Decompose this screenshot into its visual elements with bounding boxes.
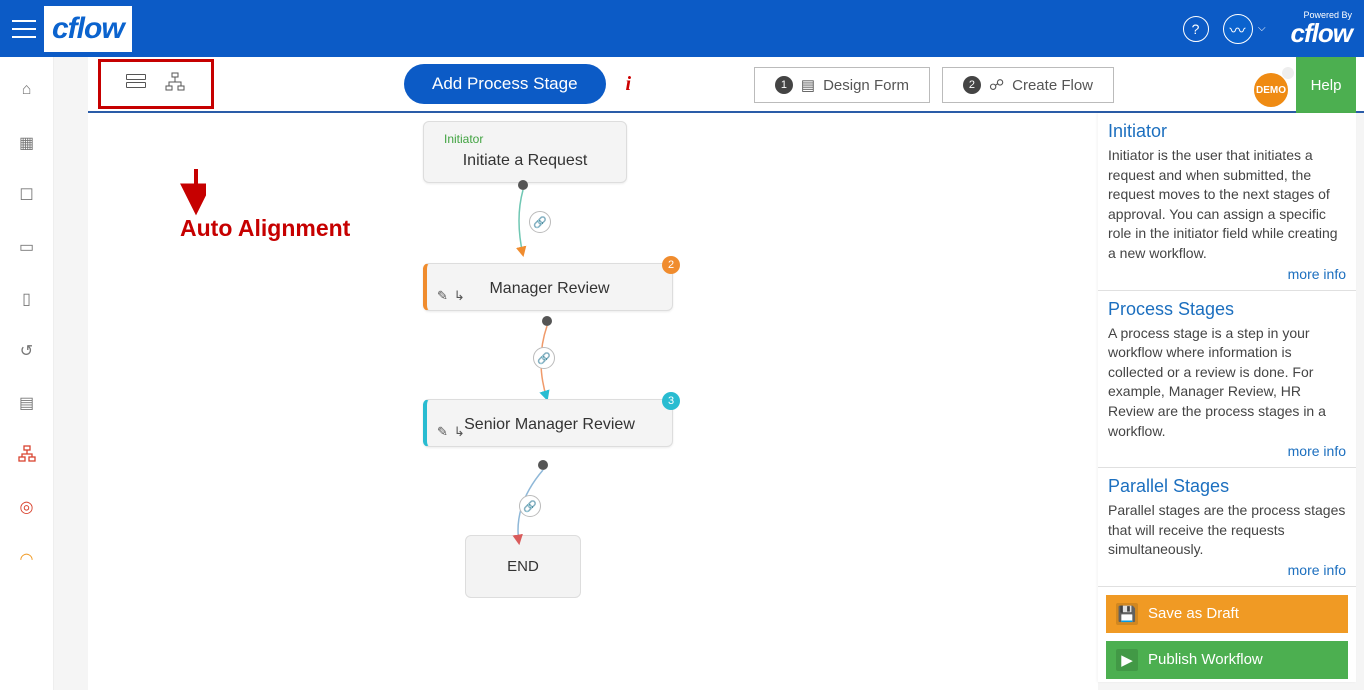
stage-number-badge: 3 — [662, 392, 680, 410]
step-1-badge: 1 — [775, 76, 793, 94]
flow-canvas[interactable]: Auto Alignment Initiator Initiate a Requ… — [88, 113, 1098, 690]
align-vertical-icon[interactable] — [126, 74, 146, 94]
chart-icon[interactable]: ▤ — [18, 393, 36, 411]
annotation-arrow-icon — [166, 169, 206, 219]
publish-icon: ▶ — [1116, 649, 1138, 671]
help-section-parallel-stages: Parallel Stages Parallel stages are the … — [1098, 468, 1356, 587]
card-icon[interactable]: ▭ — [18, 237, 36, 255]
add-process-stage-button[interactable]: Add Process Stage — [404, 64, 606, 104]
topbar: cflow ? 〰 Powered By cflow — [0, 0, 1364, 57]
align-tree-icon[interactable] — [164, 71, 186, 98]
annotation-label: Auto Alignment — [180, 215, 350, 242]
target-icon[interactable]: ◎ — [18, 497, 36, 515]
help-body: Parallel stages are the process stages t… — [1108, 501, 1346, 560]
button-label: Save as Draft — [1148, 605, 1239, 622]
help-title: Process Stages — [1108, 299, 1346, 320]
stage-title: Manager Review — [447, 274, 652, 300]
tab-create-flow[interactable]: 2 ☍ Create Flow — [942, 67, 1114, 103]
tab-label: Create Flow — [1012, 77, 1093, 94]
history-icon[interactable]: ↺ — [18, 341, 36, 359]
button-label: Publish Workflow — [1148, 651, 1263, 668]
help-icon[interactable]: ? — [1183, 16, 1209, 42]
tab-label: Design Form — [823, 77, 909, 94]
link-icon[interactable]: 🔗 — [529, 211, 551, 233]
more-info-link[interactable]: more info — [1108, 443, 1346, 459]
headphones-icon[interactable]: ◠ — [18, 549, 36, 567]
help-section-initiator: Initiator Initiator is the user that ini… — [1098, 113, 1356, 291]
powered-by-logo: Powered By cflow — [1291, 11, 1352, 46]
help-section-process-stages: Process Stages A process stage is a step… — [1098, 291, 1356, 469]
calendar-icon[interactable]: ☐ — [18, 185, 36, 203]
link-icon[interactable]: 🔗 — [533, 347, 555, 369]
help-body: Initiator is the user that initiates a r… — [1108, 146, 1346, 264]
branch-icon[interactable]: ↳ — [454, 288, 465, 304]
left-nav-rail: ⌂ ▦ ☐ ▭ ▯ ↺ ▤ ◎ ◠ — [0, 57, 54, 690]
grid-icon[interactable]: ▦ — [18, 133, 36, 151]
help-title: Initiator — [1108, 121, 1346, 142]
auto-align-group — [98, 59, 214, 109]
brand-logo[interactable]: cflow — [44, 6, 132, 52]
edit-icon[interactable]: ✎ — [437, 288, 448, 304]
form-icon: ▤ — [801, 76, 815, 94]
more-info-link[interactable]: more info — [1108, 266, 1346, 282]
canvas-toolbar: Add Process Stage i 1 ▤ Design Form 2 ☍ … — [88, 57, 1364, 113]
info-icon[interactable]: i — [626, 73, 632, 96]
menu-icon[interactable] — [12, 17, 36, 41]
demo-badge[interactable]: DEMO — [1254, 73, 1288, 107]
save-draft-button[interactable]: 💾 Save as Draft — [1106, 595, 1348, 633]
tab-design-form[interactable]: 1 ▤ Design Form — [754, 67, 930, 103]
workflow-icon[interactable] — [18, 445, 36, 463]
stage-senior-manager-review[interactable]: 3 Senior Manager Review ✎ ↳ — [423, 399, 673, 447]
chat-icon[interactable]: 〰 — [1223, 14, 1253, 44]
help-body: A process stage is a step in your workfl… — [1108, 324, 1346, 442]
step-2-badge: 2 — [963, 76, 981, 94]
stage-initiator[interactable]: Initiator Initiate a Request — [423, 121, 627, 183]
help-panel: Initiator Initiator is the user that ini… — [1098, 113, 1356, 682]
book-icon[interactable]: ▯ — [18, 289, 36, 307]
initiator-tag: Initiator — [444, 132, 606, 146]
more-info-link[interactable]: more info — [1108, 562, 1346, 578]
help-button[interactable]: Help — [1296, 57, 1356, 113]
brand-text: cflow — [1291, 20, 1352, 46]
home-icon[interactable]: ⌂ — [18, 81, 36, 99]
edit-icon[interactable]: ✎ — [437, 424, 448, 440]
branch-icon[interactable]: ↳ — [454, 424, 465, 440]
stage-title: Initiate a Request — [444, 146, 606, 172]
link-icon[interactable]: 🔗 — [519, 495, 541, 517]
help-title: Parallel Stages — [1108, 476, 1346, 497]
stage-manager-review[interactable]: 2 Manager Review ✎ ↳ — [423, 263, 673, 311]
stage-title: Senior Manager Review — [447, 410, 652, 436]
stage-number-badge: 2 — [662, 256, 680, 274]
flow-icon: ☍ — [989, 76, 1004, 94]
demo-notif-dot — [1282, 67, 1294, 79]
save-icon: 💾 — [1116, 603, 1138, 625]
publish-workflow-button[interactable]: ▶ Publish Workflow — [1106, 641, 1348, 679]
